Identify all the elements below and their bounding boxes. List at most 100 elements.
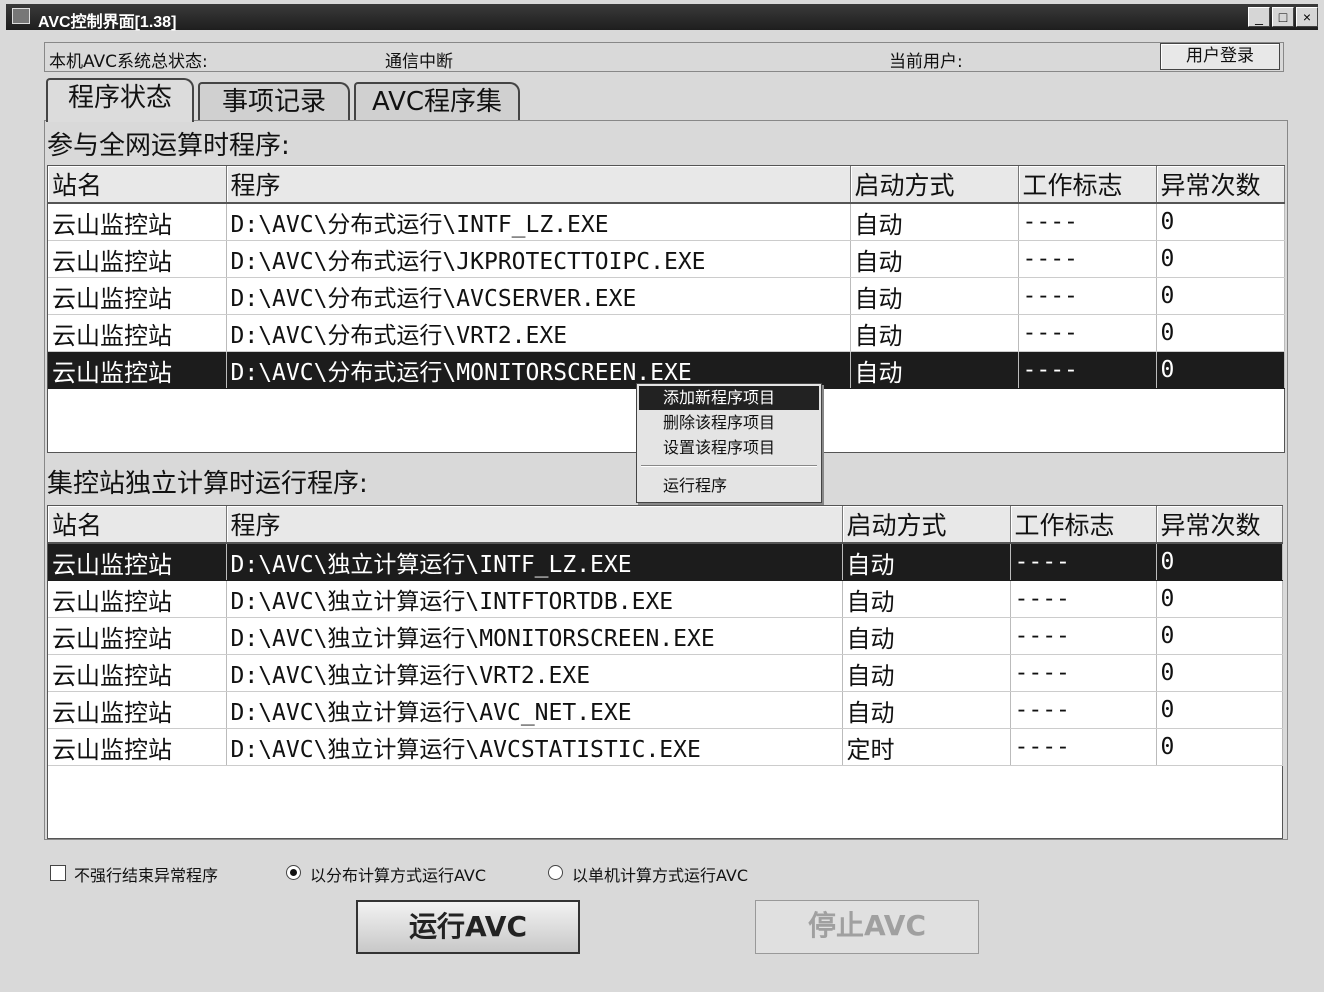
cell-program: D:\AVC\独立计算运行\INTFTORTDB.EXE xyxy=(226,580,843,618)
col-error-count[interactable]: 异常次数 xyxy=(1156,166,1285,204)
cell-program: D:\AVC\分布式运行\INTF_LZ.EXE xyxy=(226,203,851,241)
col-work-flag[interactable]: 工作标志 xyxy=(1018,166,1157,204)
window-title: AVC控制界面[1.38] xyxy=(38,14,177,31)
grid-header: 站名 程序 启动方式 工作标志 异常次数 xyxy=(48,506,1283,544)
table-row[interactable]: 云山监控站 D:\AVC\独立计算运行\VRT2.EXE 自动 ---- 0 xyxy=(48,654,1283,692)
cell-start-mode: 自动 xyxy=(850,314,1019,352)
table-row[interactable]: 云山监控站 D:\AVC\独立计算运行\AVCSTATISTIC.EXE 定时 … xyxy=(48,728,1283,766)
run-standalone-radio[interactable] xyxy=(548,865,563,880)
grid-header: 站名 程序 启动方式 工作标志 异常次数 xyxy=(48,166,1285,204)
cell-work-flag: ---- xyxy=(1018,314,1157,352)
cell-work-flag: ---- xyxy=(1010,580,1157,618)
cell-error-count: 0 xyxy=(1156,654,1283,692)
cell-program: D:\AVC\独立计算运行\MONITORSCREEN.EXE xyxy=(226,617,843,655)
table-row[interactable]: 云山监控站 D:\AVC\独立计算运行\MONITORSCREEN.EXE 自动… xyxy=(48,617,1283,655)
cell-start-mode: 自动 xyxy=(850,240,1019,278)
tab-avc-programs[interactable]: AVC程序集 xyxy=(354,82,520,120)
cell-station: 云山监控站 xyxy=(48,203,227,241)
cell-work-flag: ---- xyxy=(1010,728,1157,766)
menu-item-run-program[interactable]: 运行程序 xyxy=(639,474,819,498)
cell-program: D:\AVC\独立计算运行\AVC_NET.EXE xyxy=(226,691,843,729)
system-status-value: 通信中断 xyxy=(385,52,453,72)
run-avc-button[interactable]: 运行AVC xyxy=(356,900,580,954)
table-row[interactable]: 云山监控站 D:\AVC\独立计算运行\INTFTORTDB.EXE 自动 --… xyxy=(48,580,1283,618)
cell-work-flag: ---- xyxy=(1018,240,1157,278)
cell-start-mode: 自动 xyxy=(850,203,1019,241)
app-icon[interactable] xyxy=(12,8,30,24)
col-station[interactable]: 站名 xyxy=(48,166,227,204)
cell-program: D:\AVC\独立计算运行\AVCSTATISTIC.EXE xyxy=(226,728,843,766)
standalone-programs-title: 集控站独立计算时运行程序: xyxy=(47,469,368,499)
cell-error-count: 0 xyxy=(1156,691,1283,729)
system-status-label: 本机AVC系统总状态: xyxy=(49,52,208,72)
cell-error-count: 0 xyxy=(1156,203,1285,241)
cell-station: 云山监控站 xyxy=(48,654,227,692)
cell-program: D:\AVC\独立计算运行\VRT2.EXE xyxy=(226,654,843,692)
col-program[interactable]: 程序 xyxy=(226,506,843,544)
cell-work-flag: ---- xyxy=(1018,203,1157,241)
cell-station: 云山监控站 xyxy=(48,314,227,352)
menu-item-add-program[interactable]: 添加新程序项目 xyxy=(639,386,819,410)
tab-event-log[interactable]: 事项记录 xyxy=(198,82,350,120)
run-distributed-radio[interactable] xyxy=(286,865,301,880)
table-row[interactable]: 云山监控站 D:\AVC\分布式运行\AVCSERVER.EXE 自动 ----… xyxy=(48,277,1285,315)
cell-start-mode: 自动 xyxy=(842,617,1011,655)
cell-station: 云山监控站 xyxy=(48,277,227,315)
cell-start-mode: 自动 xyxy=(842,691,1011,729)
table-row[interactable]: 云山监控站 D:\AVC\独立计算运行\AVC_NET.EXE 自动 ---- … xyxy=(48,691,1283,729)
cell-error-count: 0 xyxy=(1156,728,1283,766)
col-program[interactable]: 程序 xyxy=(226,166,851,204)
cell-start-mode: 自动 xyxy=(842,543,1011,581)
col-error-count[interactable]: 异常次数 xyxy=(1156,506,1283,544)
table-row[interactable]: 云山监控站 D:\AVC\分布式运行\VRT2.EXE 自动 ---- 0 xyxy=(48,314,1285,352)
standalone-programs-grid: 站名 程序 启动方式 工作标志 异常次数 云山监控站 D:\AVC\独立计算运行… xyxy=(47,505,1283,839)
cell-station: 云山监控站 xyxy=(48,617,227,655)
cell-station: 云山监控站 xyxy=(48,580,227,618)
cell-station: 云山监控站 xyxy=(48,240,227,278)
cell-work-flag: ---- xyxy=(1010,543,1157,581)
close-button[interactable]: × xyxy=(1296,7,1318,27)
user-login-button[interactable]: 用户登录 xyxy=(1160,43,1280,70)
col-work-flag[interactable]: 工作标志 xyxy=(1010,506,1157,544)
run-standalone-label: 以单机计算方式运行AVC xyxy=(572,866,749,885)
cell-start-mode: 自动 xyxy=(842,580,1011,618)
cell-start-mode: 自动 xyxy=(850,277,1019,315)
current-user-label: 当前用户: xyxy=(889,52,963,72)
stop-avc-button[interactable]: 停止AVC xyxy=(755,900,979,954)
minimize-button[interactable]: _ xyxy=(1248,7,1270,27)
context-menu: 添加新程序项目 删除该程序项目 设置该程序项目 运行程序 xyxy=(636,383,822,503)
table-row-selected[interactable]: 云山监控站 D:\AVC\独立计算运行\INTF_LZ.EXE 自动 ---- … xyxy=(48,543,1283,581)
cell-start-mode: 自动 xyxy=(850,351,1019,389)
cell-program: D:\AVC\分布式运行\VRT2.EXE xyxy=(226,314,851,352)
col-station[interactable]: 站名 xyxy=(48,506,227,544)
menu-item-delete-program[interactable]: 删除该程序项目 xyxy=(639,411,819,435)
cell-program: D:\AVC\分布式运行\AVCSERVER.EXE xyxy=(226,277,851,315)
maximize-button[interactable]: □ xyxy=(1272,7,1294,27)
table-row[interactable]: 云山监控站 D:\AVC\分布式运行\JKPROTECTTOIPC.EXE 自动… xyxy=(48,240,1285,278)
cell-station: 云山监控站 xyxy=(48,728,227,766)
table-row[interactable]: 云山监控站 D:\AVC\分布式运行\INTF_LZ.EXE 自动 ---- 0 xyxy=(48,203,1285,241)
cell-start-mode: 定时 xyxy=(842,728,1011,766)
cell-error-count: 0 xyxy=(1156,240,1285,278)
tab-program-status[interactable]: 程序状态 xyxy=(46,78,194,122)
cell-error-count: 0 xyxy=(1156,314,1285,352)
cell-station: 云山监控站 xyxy=(48,691,227,729)
cell-error-count: 0 xyxy=(1156,543,1283,581)
menu-item-configure-program[interactable]: 设置该程序项目 xyxy=(639,436,819,460)
cell-error-count: 0 xyxy=(1156,351,1285,389)
cell-start-mode: 自动 xyxy=(842,654,1011,692)
cell-error-count: 0 xyxy=(1156,277,1285,315)
no-force-kill-checkbox[interactable] xyxy=(50,865,66,881)
cell-error-count: 0 xyxy=(1156,580,1283,618)
no-force-kill-label: 不强行结束异常程序 xyxy=(74,866,219,885)
col-start-mode[interactable]: 启动方式 xyxy=(850,166,1019,204)
cell-work-flag: ---- xyxy=(1018,351,1157,389)
network-programs-title: 参与全网运算时程序: xyxy=(47,131,290,161)
cell-work-flag: ---- xyxy=(1018,277,1157,315)
menu-separator xyxy=(641,465,817,467)
status-bar: 本机AVC系统总状态: 通信中断 当前用户: xyxy=(44,42,1284,72)
cell-station: 云山监控站 xyxy=(48,543,227,581)
cell-program: D:\AVC\独立计算运行\INTF_LZ.EXE xyxy=(226,543,843,581)
col-start-mode[interactable]: 启动方式 xyxy=(842,506,1011,544)
cell-work-flag: ---- xyxy=(1010,691,1157,729)
